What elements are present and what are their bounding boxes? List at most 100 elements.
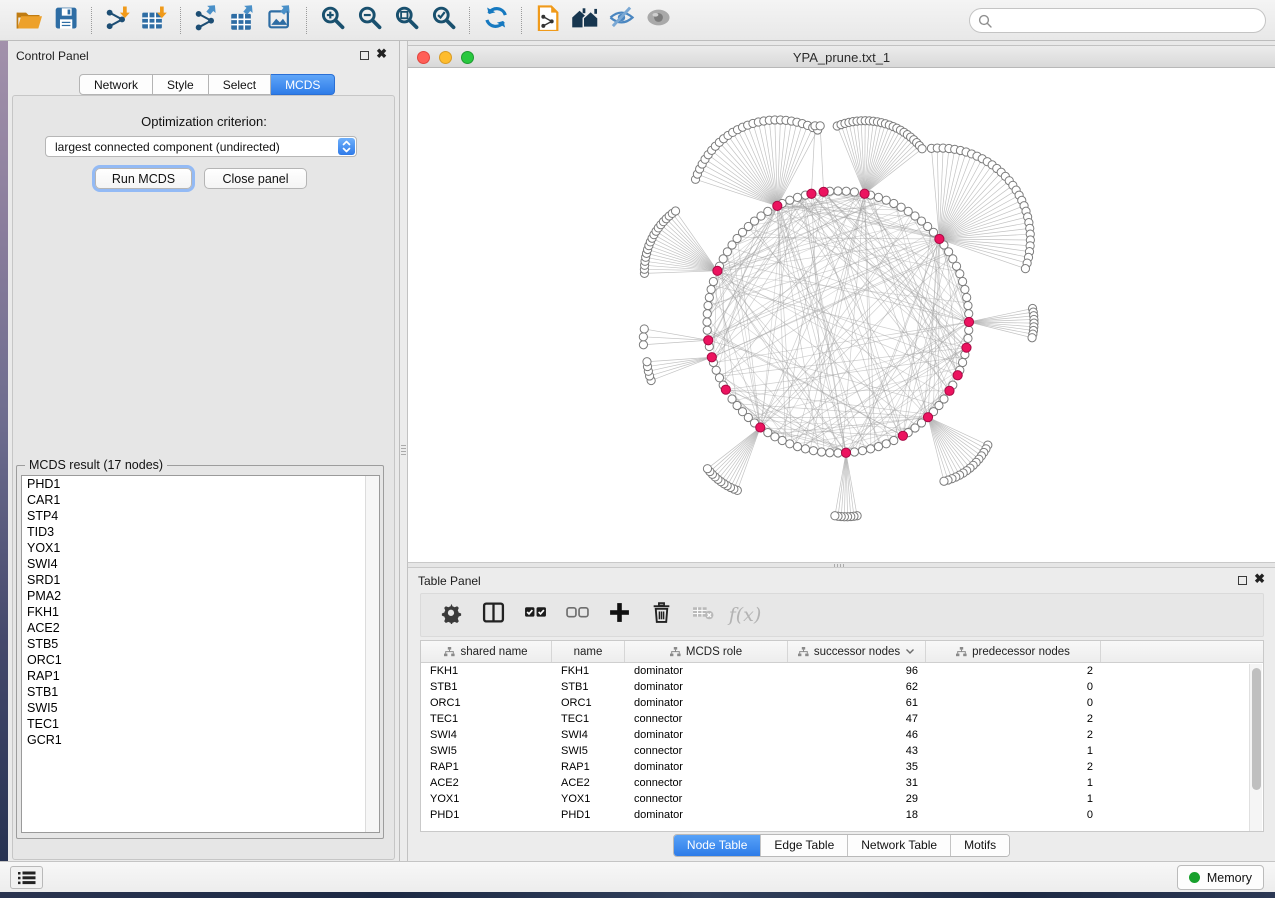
import-table-button[interactable]: [138, 5, 170, 35]
tab-network[interactable]: Network: [79, 74, 153, 95]
table-row[interactable]: SWI4SWI4dominator462: [421, 727, 1263, 743]
table-row[interactable]: PHD1PHD1dominator180: [421, 807, 1263, 823]
cell: dominator: [625, 759, 788, 775]
table-row[interactable]: TEC1TEC1connector472: [421, 711, 1263, 727]
table-row[interactable]: ACE2ACE2connector311: [421, 775, 1263, 791]
scrollbar-thumb[interactable]: [1252, 668, 1261, 790]
run-mcds-button[interactable]: Run MCDS: [95, 168, 192, 189]
table-settings-button[interactable]: [437, 601, 465, 629]
network-document-button[interactable]: [531, 5, 563, 35]
export-table-button[interactable]: [227, 5, 259, 35]
mcds-result-item[interactable]: SRD1: [22, 572, 379, 588]
column-header-name[interactable]: name: [552, 641, 625, 662]
desktop-wallpaper-left: [0, 41, 8, 892]
search-box[interactable]: [969, 8, 1266, 33]
toolbar-separator: [306, 7, 307, 34]
table-row[interactable]: YOX1YOX1connector291: [421, 791, 1263, 807]
table-row[interactable]: FKH1FKH1dominator962: [421, 663, 1263, 679]
hide-panels-button[interactable]: [605, 5, 637, 35]
zoom-out-button[interactable]: [353, 5, 385, 35]
zoom-in-button[interactable]: [316, 5, 348, 35]
close-panel-icon[interactable]: ✖: [376, 47, 387, 61]
cell: connector: [625, 743, 788, 759]
mcds-result-item[interactable]: FKH1: [22, 604, 379, 620]
delete-table-button: [689, 601, 717, 629]
optimization-criterion-select[interactable]: largest connected component (undirected): [45, 136, 357, 157]
zoom-fit-button[interactable]: [390, 5, 422, 35]
mcds-result-item[interactable]: STB5: [22, 636, 379, 652]
cell: 62: [788, 679, 926, 695]
float-panel-icon[interactable]: [360, 51, 369, 60]
tab-style[interactable]: Style: [153, 74, 209, 95]
memory-button[interactable]: Memory: [1177, 865, 1264, 890]
mcds-result-item[interactable]: PHD1: [22, 476, 379, 492]
cell: connector: [625, 711, 788, 727]
mcds-result-item[interactable]: TID3: [22, 524, 379, 540]
mcds-result-item[interactable]: CAR1: [22, 492, 379, 508]
eye-slash-icon: [608, 4, 635, 36]
table-header-row: shared namenameMCDS rolesuccessor nodes p…: [421, 641, 1263, 663]
show-panels-button[interactable]: [642, 5, 674, 35]
cell: RAP1: [552, 759, 625, 775]
tab-mcds[interactable]: MCDS: [271, 74, 335, 95]
select-stepper-icon[interactable]: [338, 138, 355, 155]
export-network-button[interactable]: [190, 5, 222, 35]
export-image-button[interactable]: [264, 5, 296, 35]
table-row[interactable]: ORC1ORC1dominator610: [421, 695, 1263, 711]
open-session-button[interactable]: [12, 5, 44, 35]
tab-select[interactable]: Select: [209, 74, 271, 95]
mcds-result-item[interactable]: TEC1: [22, 716, 379, 732]
mcds-result-list[interactable]: PHD1CAR1STP4TID3YOX1SWI4SRD1PMA2FKH1ACE2…: [21, 475, 380, 833]
close-panel-icon[interactable]: ✖: [1254, 572, 1265, 586]
column-header-shared-name[interactable]: shared name: [421, 641, 552, 662]
search-input[interactable]: [997, 14, 1247, 28]
delete-column-button[interactable]: [647, 601, 675, 629]
tab-node-table[interactable]: Node Table: [674, 835, 761, 856]
table-row[interactable]: RAP1RAP1dominator352: [421, 759, 1263, 775]
tab-motifs[interactable]: Motifs: [950, 835, 1009, 856]
task-history-button[interactable]: [10, 866, 43, 889]
toggle-columns-button[interactable]: [479, 601, 507, 629]
export-table-icon: [230, 4, 257, 36]
refresh-button[interactable]: [479, 5, 511, 35]
mcds-result-item[interactable]: SWI4: [22, 556, 379, 572]
import-network-button[interactable]: [101, 5, 133, 35]
mcds-result-item[interactable]: ORC1: [22, 652, 379, 668]
table-scrollbar[interactable]: [1249, 664, 1262, 832]
save-session-button[interactable]: [49, 5, 81, 35]
mcds-result-title: MCDS result (17 nodes): [25, 458, 167, 472]
close-panel-button[interactable]: Close panel: [204, 168, 307, 189]
column-header-predecessor-nodes[interactable]: predecessor nodes: [926, 641, 1101, 662]
mcds-result-item[interactable]: SWI5: [22, 700, 379, 716]
save-icon: [52, 4, 79, 36]
mcds-result-item[interactable]: PMA2: [22, 588, 379, 604]
export-network-icon: [193, 4, 220, 36]
table-panel: Table Panel ✖ f(x) shared namenameMCDS r…: [408, 568, 1275, 861]
network-canvas[interactable]: [408, 68, 1275, 562]
mcds-list-scrollbar[interactable]: [365, 476, 379, 832]
mcds-result-item[interactable]: GCR1: [22, 732, 379, 748]
mcds-result-item[interactable]: STB1: [22, 684, 379, 700]
vertical-splitter[interactable]: [400, 41, 408, 861]
tab-network-table[interactable]: Network Table: [847, 835, 950, 856]
columns-icon: [482, 601, 505, 629]
float-panel-icon[interactable]: [1238, 576, 1247, 585]
zoom-selected-button[interactable]: [427, 5, 459, 35]
add-column-button[interactable]: [605, 601, 633, 629]
column-header-successor-nodes[interactable]: successor nodes: [788, 641, 926, 662]
mcds-result-item[interactable]: RAP1: [22, 668, 379, 684]
tab-edge-table[interactable]: Edge Table: [760, 835, 847, 856]
select-all-button[interactable]: [521, 601, 549, 629]
import-table-icon: [141, 4, 168, 36]
table-row[interactable]: SWI5SWI5connector431: [421, 743, 1263, 759]
toolbar-separator: [469, 7, 470, 34]
deselect-all-button[interactable]: [563, 601, 591, 629]
table-row[interactable]: STB1STB1dominator620: [421, 679, 1263, 695]
mcds-result-item[interactable]: STP4: [22, 508, 379, 524]
mcds-result-item[interactable]: ACE2: [22, 620, 379, 636]
task-list-icon: [18, 871, 36, 885]
column-label: predecessor nodes: [972, 646, 1070, 658]
home-browser-button[interactable]: [568, 5, 600, 35]
column-header-MCDS-role[interactable]: MCDS role: [625, 641, 788, 662]
mcds-result-item[interactable]: YOX1: [22, 540, 379, 556]
